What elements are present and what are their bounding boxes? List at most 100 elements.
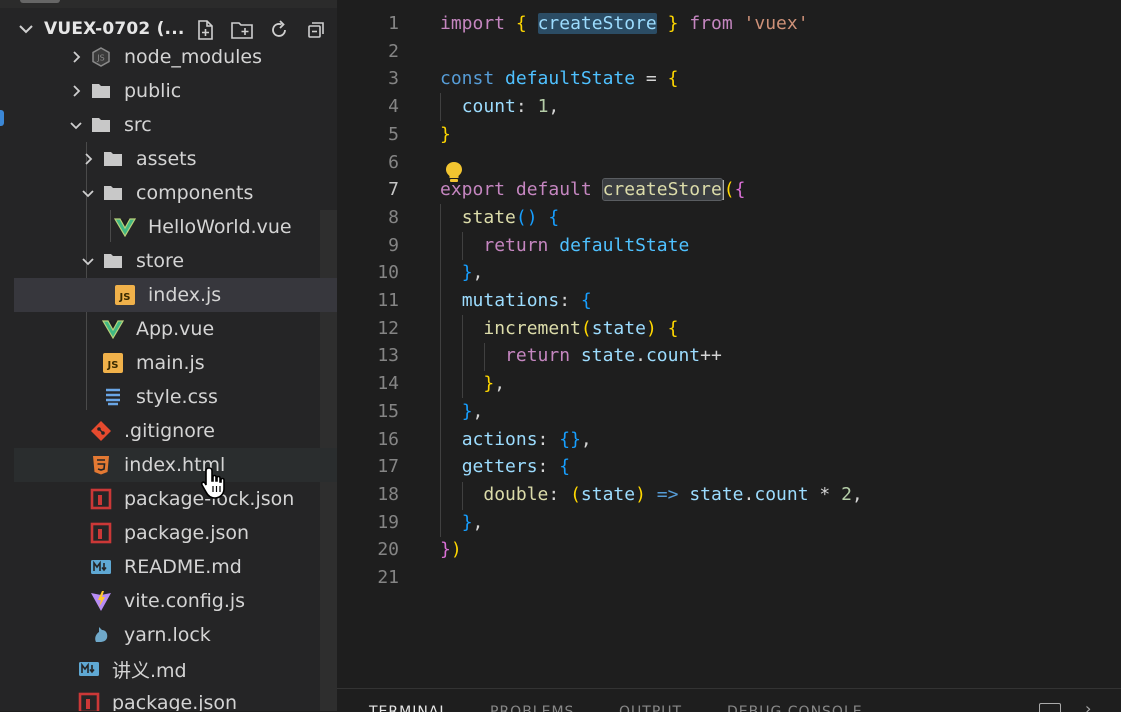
code-line[interactable]: 13 return state.count++: [337, 342, 1121, 370]
line-content: increment(state) {: [483, 317, 679, 339]
explorer-actions: [192, 18, 329, 42]
yarn-file-icon: [90, 624, 112, 646]
code-line[interactable]: 3 const defaultState = {: [337, 65, 1121, 93]
chevron-down-icon: [78, 251, 98, 271]
nodejs-folder-icon: JS: [90, 46, 112, 68]
tree-item-node-modules[interactable]: JS node_modules: [14, 40, 337, 74]
line-content: }): [440, 539, 462, 561]
code-line[interactable]: 5 }: [337, 121, 1121, 149]
line-content: const defaultState = {: [440, 68, 679, 90]
chevron-right-icon[interactable]: ›: [1085, 699, 1091, 712]
line-number: 20: [377, 539, 399, 561]
tree-item-components[interactable]: components: [14, 176, 337, 210]
tree-item-label: vite.config.js: [124, 590, 246, 612]
tree-item-store[interactable]: store: [14, 244, 337, 278]
tree-item-label: public: [124, 80, 182, 102]
code-line[interactable]: 1 import { createStore } from 'vuex': [337, 10, 1121, 38]
tree-item-label: .gitignore: [124, 420, 215, 442]
tree-item-main-js[interactable]: JS main.js: [14, 346, 337, 380]
code-line[interactable]: 18 double: (state) => state.count * 2,: [337, 481, 1121, 509]
code-line[interactable]: 14 },: [337, 370, 1121, 398]
line-number: 7: [388, 179, 399, 201]
code-line[interactable]: 9 return defaultState: [337, 232, 1121, 260]
code-line[interactable]: 17 getters: {: [337, 453, 1121, 481]
tree-item-store-index-js[interactable]: JS index.js: [14, 278, 337, 312]
code-line[interactable]: 11 mutations: {: [337, 287, 1121, 315]
tree-item-root-package-json[interactable]: package.json: [14, 686, 337, 711]
tree-item-label: store: [136, 250, 185, 272]
line-number: 21: [377, 567, 399, 588]
code-line[interactable]: 20 }): [337, 536, 1121, 564]
tree-item-style-css[interactable]: style.css: [14, 380, 337, 414]
tree-item-lecture-md[interactable]: 讲义.md: [14, 652, 337, 686]
chevron-right-icon: [66, 81, 86, 101]
tree-item-public[interactable]: public: [14, 74, 337, 108]
code-line[interactable]: 16 actions: {},: [337, 426, 1121, 454]
new-file-icon[interactable]: [192, 18, 218, 42]
html-file-icon: [90, 454, 112, 476]
line-number: 13: [377, 345, 399, 367]
tree-item-label: index.js: [148, 284, 222, 306]
code-line-active[interactable]: 7 export default createStore({: [337, 176, 1121, 204]
code-line[interactable]: 19 },: [337, 509, 1121, 537]
line-number: 16: [377, 428, 399, 450]
tree-item-label: assets: [136, 148, 197, 170]
code-line[interactable]: 4 count: 1,: [337, 93, 1121, 121]
tree-item-helloworld-vue[interactable]: HelloWorld.vue: [14, 210, 337, 244]
line-content: getters: {: [461, 456, 571, 478]
css-file-icon: [102, 386, 124, 408]
tree-item-package-lock-json[interactable]: package-lock.json: [14, 482, 337, 516]
npm-file-icon: [90, 488, 112, 510]
code-line[interactable]: 21: [337, 564, 1121, 592]
line-content: double: (state) => state.count * 2,: [483, 483, 863, 505]
code-line[interactable]: 12 increment(state) {: [337, 315, 1121, 343]
vite-file-icon: [90, 590, 112, 612]
tree-item-gitignore[interactable]: .gitignore: [14, 414, 337, 448]
panel-tab-bar: TERMINAL PROBLEMS OUTPUT DEBUG CONSOLE ›: [337, 688, 1121, 712]
code-line[interactable]: 6: [337, 149, 1121, 177]
line-number: 19: [377, 511, 399, 533]
line-number: 4: [388, 96, 399, 118]
line-number: 12: [377, 317, 399, 339]
vue-file-icon: [114, 216, 136, 238]
code-line[interactable]: 2: [337, 38, 1121, 66]
tree-item-package-json[interactable]: package.json: [14, 516, 337, 550]
svg-text:JS: JS: [96, 54, 104, 63]
tree-item-label: App.vue: [136, 318, 215, 340]
breadcrumb: [337, 0, 1121, 6]
line-content: return defaultState: [483, 234, 690, 256]
tree-item-src[interactable]: src: [14, 108, 337, 142]
line-content: actions: {},: [461, 428, 592, 450]
markdown-file-icon: [78, 658, 100, 680]
line-content: mutations: {: [461, 290, 592, 311]
tree-item-vite-config-js[interactable]: vite.config.js: [14, 584, 337, 618]
line-content: return state.count++: [505, 345, 722, 367]
line-number: 3: [388, 68, 399, 90]
folder-icon: [102, 148, 124, 170]
tree-item-assets[interactable]: assets: [14, 142, 337, 176]
tree-item-app-vue[interactable]: App.vue: [14, 312, 337, 346]
code-line[interactable]: 10 },: [337, 259, 1121, 287]
refresh-icon[interactable]: [266, 18, 292, 42]
tree-item-label: yarn.lock: [124, 624, 211, 646]
line-content: },: [461, 400, 484, 422]
line-number: 18: [377, 483, 399, 505]
collapse-all-icon[interactable]: [303, 18, 329, 42]
line-number: 14: [377, 373, 399, 395]
tree-item-label: package.json: [124, 522, 250, 544]
tree-item-readme-md[interactable]: README.md: [14, 550, 337, 584]
code-editor[interactable]: 1 import { createStore } from 'vuex' 2 3…: [337, 0, 1121, 690]
code-line[interactable]: 15 },: [337, 398, 1121, 426]
tree-item-index-html[interactable]: index.html: [14, 448, 337, 482]
code-line[interactable]: 8 state() {: [337, 204, 1121, 232]
line-content: import { createStore } from 'vuex': [440, 13, 809, 34]
markdown-file-icon: [90, 556, 112, 578]
chevron-down-icon[interactable]: [16, 19, 36, 39]
tree-item-yarn-lock[interactable]: yarn.lock: [14, 618, 337, 652]
line-content: state() {: [461, 206, 560, 228]
line-number: 1: [388, 13, 399, 34]
chevron-right-icon: [66, 47, 86, 67]
line-number: 5: [388, 123, 399, 145]
new-folder-icon[interactable]: [229, 18, 255, 42]
npm-file-icon: [90, 522, 112, 544]
